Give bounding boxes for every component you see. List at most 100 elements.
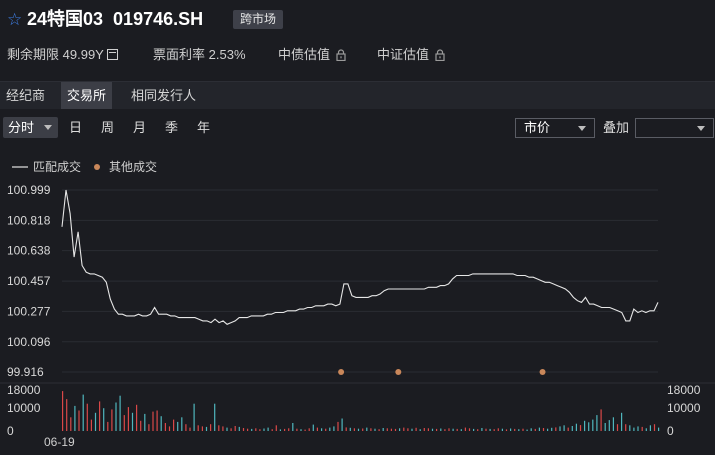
volume-bar	[94, 412, 97, 431]
period-quarter[interactable]: 季	[165, 120, 178, 136]
volume-bar	[214, 403, 216, 431]
volume-bar	[234, 426, 236, 431]
volume-bar	[456, 428, 458, 431]
volume-bar	[329, 427, 331, 431]
volume-bar	[444, 429, 446, 431]
volume-bar	[608, 420, 610, 431]
chart-toolbar: 分时 日 周 月 季 年 市价 叠加	[0, 115, 715, 141]
tab-broker[interactable]: 经纪商	[0, 82, 51, 109]
volume-bar	[74, 405, 76, 431]
remaining-term-value: 49.99Y	[62, 47, 104, 62]
price-type-dropdown[interactable]: 市价	[515, 118, 595, 138]
volume-bar	[177, 421, 179, 431]
volume-bar	[637, 426, 639, 431]
volume-bar	[596, 415, 598, 431]
volume-bar	[530, 428, 532, 431]
volume-bar	[156, 410, 158, 431]
volume-bar	[489, 428, 491, 431]
volume-bar	[127, 407, 129, 431]
volume-bar	[123, 415, 125, 431]
volume-bar	[468, 428, 471, 431]
cbond-valuation[interactable]: 中债估值	[278, 47, 346, 63]
volume-bar	[555, 427, 557, 431]
volume-bar	[440, 428, 442, 431]
volume-bar	[255, 428, 257, 431]
price-line	[61, 189, 659, 325]
other-trade-dot	[539, 369, 546, 375]
volume-bar	[86, 403, 88, 431]
price-tick-label: 100.277	[7, 304, 51, 318]
legend-dot-marker	[94, 164, 100, 170]
volume-bar	[497, 428, 499, 431]
period-year[interactable]: 年	[197, 120, 210, 136]
volume-bar	[575, 423, 577, 431]
volume-bar	[567, 427, 569, 431]
volume-bar	[612, 417, 614, 431]
price-tick-label: 100.999	[7, 183, 51, 197]
volume-bar	[481, 428, 483, 431]
volume-bar	[279, 429, 281, 431]
volume-bar	[325, 428, 327, 431]
volume-bar	[522, 428, 524, 431]
volume-bar	[107, 421, 109, 431]
lock-icon	[435, 49, 445, 61]
tab-exchange[interactable]: 交易所	[61, 82, 113, 109]
calendar-icon[interactable]	[106, 49, 118, 60]
volume-bar	[604, 423, 606, 431]
volume-bar	[173, 419, 175, 431]
volume-bar	[115, 402, 117, 431]
volume-bar	[300, 429, 302, 431]
volume-bar	[427, 428, 429, 431]
volume-bar	[592, 419, 594, 431]
volume-bars	[62, 391, 660, 432]
period-dropdown[interactable]: 分时	[3, 117, 58, 138]
chevron-down-icon	[578, 126, 586, 131]
chevron-down-icon	[697, 126, 705, 131]
volume-bar	[148, 424, 150, 431]
volume-bar	[201, 426, 203, 431]
volume-bar	[111, 409, 113, 431]
volume-bar	[518, 429, 520, 431]
volume-bar	[588, 422, 590, 431]
volume-bar	[378, 429, 380, 431]
volume-bar	[353, 428, 355, 431]
overlay-dropdown[interactable]	[635, 118, 714, 138]
volume-bar	[168, 426, 171, 431]
volume-bar	[66, 399, 68, 431]
volume-bar	[547, 428, 549, 431]
volume-bar	[464, 427, 466, 431]
volume-bar	[312, 424, 314, 431]
star-icon[interactable]: ☆	[7, 10, 22, 30]
price-chart[interactable]: 匹配成交 其他成交 100.999100.818100.638100.45710…	[0, 150, 715, 455]
volume-bar	[633, 427, 635, 431]
volume-bar	[419, 429, 421, 431]
volume-bar	[136, 404, 138, 431]
volume-bar	[382, 428, 384, 431]
x-axis-start-label: 06-19	[44, 435, 75, 449]
volume-bar	[460, 429, 462, 431]
volume-bar	[62, 391, 64, 431]
volume-bar	[448, 428, 450, 431]
volume-bar	[477, 429, 479, 431]
chart-legend: 匹配成交 其他成交	[12, 159, 157, 174]
period-month[interactable]: 月	[133, 120, 146, 136]
tab-same-issuer[interactable]: 相同发行人	[125, 82, 202, 109]
volume-bar	[210, 424, 212, 431]
volume-tick-label: 18000	[667, 383, 701, 397]
volume-bar	[205, 426, 208, 431]
volume-bar	[181, 417, 183, 431]
volume-bar	[144, 413, 146, 431]
volume-bar	[197, 425, 199, 431]
volume-bar	[452, 428, 454, 431]
volume-bar	[436, 428, 438, 431]
volume-tick-label: 0	[667, 424, 674, 438]
csi-valuation[interactable]: 中证估值	[377, 47, 445, 63]
period-week[interactable]: 周	[101, 120, 114, 136]
legend-matched: 匹配成交	[33, 159, 81, 174]
volume-bar	[193, 403, 195, 431]
volume-bar	[625, 424, 627, 431]
period-day[interactable]: 日	[69, 120, 82, 136]
market-badge[interactable]: 跨市场	[233, 10, 284, 29]
volume-bar	[403, 427, 405, 431]
volume-bar	[501, 428, 503, 431]
